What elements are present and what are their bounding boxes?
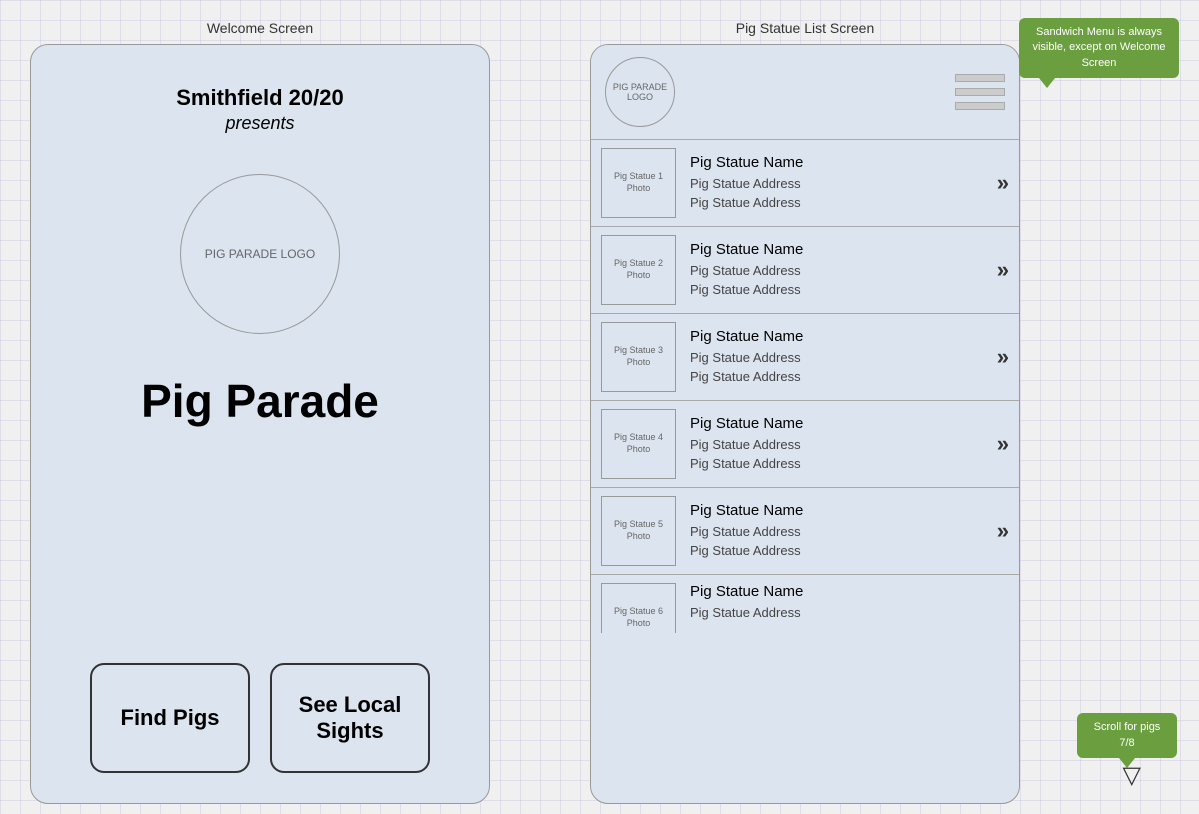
list-item[interactable]: Pig Statue 2 PhotoPig Statue NamePig Sta… [591, 227, 1019, 314]
scroll-tooltip: Scroll for pigs 7/8 [1077, 713, 1177, 758]
pig-photo-box: Pig Statue 2 Photo [601, 235, 676, 305]
pig-photo-box: Pig Statue 6 Photo [601, 583, 676, 633]
pig-photo-box: Pig Statue 4 Photo [601, 409, 676, 479]
welcome-title: Smithfield 20/20 [176, 85, 344, 111]
list-item[interactable]: Pig Statue 5 PhotoPig Statue NamePig Sta… [591, 488, 1019, 575]
header-logo-circle: PIG PARADE LOGO [605, 57, 675, 127]
find-pigs-button[interactable]: Find Pigs [90, 663, 250, 773]
sandwich-menu-tooltip: Sandwich Menu is always visible, except … [1019, 18, 1179, 78]
list-item[interactable]: Pig Statue 1 PhotoPig Statue NamePig Sta… [591, 140, 1019, 227]
scroll-down-arrow: ▽ [1123, 761, 1141, 790]
pig-statue-address: Pig Statue Address Pig Statue Address [690, 174, 991, 213]
list-screen-section: Pig Statue List Screen PIG PARADE LOGO P… [590, 20, 1020, 804]
list-phone-frame: PIG PARADE LOGO Pig Statue 1 PhotoPig St… [590, 44, 1020, 804]
list-body: Pig Statue 1 PhotoPig Statue NamePig Sta… [591, 140, 1019, 803]
pig-photo-box: Pig Statue 5 Photo [601, 496, 676, 566]
pig-statue-name: Pig Statue Name [690, 415, 991, 432]
pig-info: Pig Statue Name Pig Statue Address Pig St… [676, 502, 991, 561]
welcome-screen-label: Welcome Screen [30, 20, 490, 36]
list-item[interactable]: Pig Statue 6 PhotoPig Statue NamePig Sta… [591, 575, 1019, 633]
pig-statue-name: Pig Statue Name [690, 328, 991, 345]
welcome-logo-circle: PIG PARADE LOGO [180, 174, 340, 334]
pig-info: Pig Statue Name Pig Statue Address [676, 583, 1009, 623]
pig-statue-address: Pig Statue Address Pig Statue Address [690, 435, 991, 474]
app-name-title: Pig Parade [141, 374, 379, 428]
welcome-phone-frame: Smithfield 20/20 presents PIG PARADE LOG… [30, 44, 490, 804]
pig-info: Pig Statue Name Pig Statue Address Pig St… [676, 328, 991, 387]
list-item[interactable]: Pig Statue 3 PhotoPig Statue NamePig Sta… [591, 314, 1019, 401]
pig-photo-box: Pig Statue 1 Photo [601, 148, 676, 218]
pig-statue-name: Pig Statue Name [690, 583, 1009, 600]
pig-info: Pig Statue Name Pig Statue Address Pig St… [676, 154, 991, 213]
hamburger-line-3 [955, 102, 1005, 110]
welcome-screen-section: Welcome Screen Smithfield 20/20 presents… [30, 20, 490, 804]
chevron-right-icon: » [991, 344, 1009, 370]
chevron-right-icon: » [991, 170, 1009, 196]
hamburger-menu-button[interactable] [955, 74, 1005, 110]
pig-statue-address: Pig Statue Address [690, 603, 1009, 623]
chevron-right-icon: » [991, 518, 1009, 544]
list-item[interactable]: Pig Statue 4 PhotoPig Statue NamePig Sta… [591, 401, 1019, 488]
pig-statue-address: Pig Statue Address Pig Statue Address [690, 522, 991, 561]
welcome-subtitle: presents [225, 113, 294, 134]
pig-info: Pig Statue Name Pig Statue Address Pig St… [676, 415, 991, 474]
see-local-sights-button[interactable]: See Local Sights [270, 663, 430, 773]
list-header: PIG PARADE LOGO [591, 45, 1019, 140]
pig-photo-box: Pig Statue 3 Photo [601, 322, 676, 392]
pig-statue-name: Pig Statue Name [690, 502, 991, 519]
pig-statue-address: Pig Statue Address Pig Statue Address [690, 348, 991, 387]
pig-statue-name: Pig Statue Name [690, 154, 991, 171]
welcome-buttons-container: Find Pigs See Local Sights [90, 663, 430, 773]
hamburger-line-2 [955, 88, 1005, 96]
pig-statue-address: Pig Statue Address Pig Statue Address [690, 261, 991, 300]
list-screen-label: Pig Statue List Screen [590, 20, 1020, 36]
chevron-right-icon: » [991, 257, 1009, 283]
chevron-right-icon: » [991, 431, 1009, 457]
welcome-logo-text: PIG PARADE LOGO [205, 247, 315, 261]
header-logo-text: PIG PARADE LOGO [606, 82, 674, 102]
pig-info: Pig Statue Name Pig Statue Address Pig St… [676, 241, 991, 300]
hamburger-line-1 [955, 74, 1005, 82]
pig-statue-name: Pig Statue Name [690, 241, 991, 258]
